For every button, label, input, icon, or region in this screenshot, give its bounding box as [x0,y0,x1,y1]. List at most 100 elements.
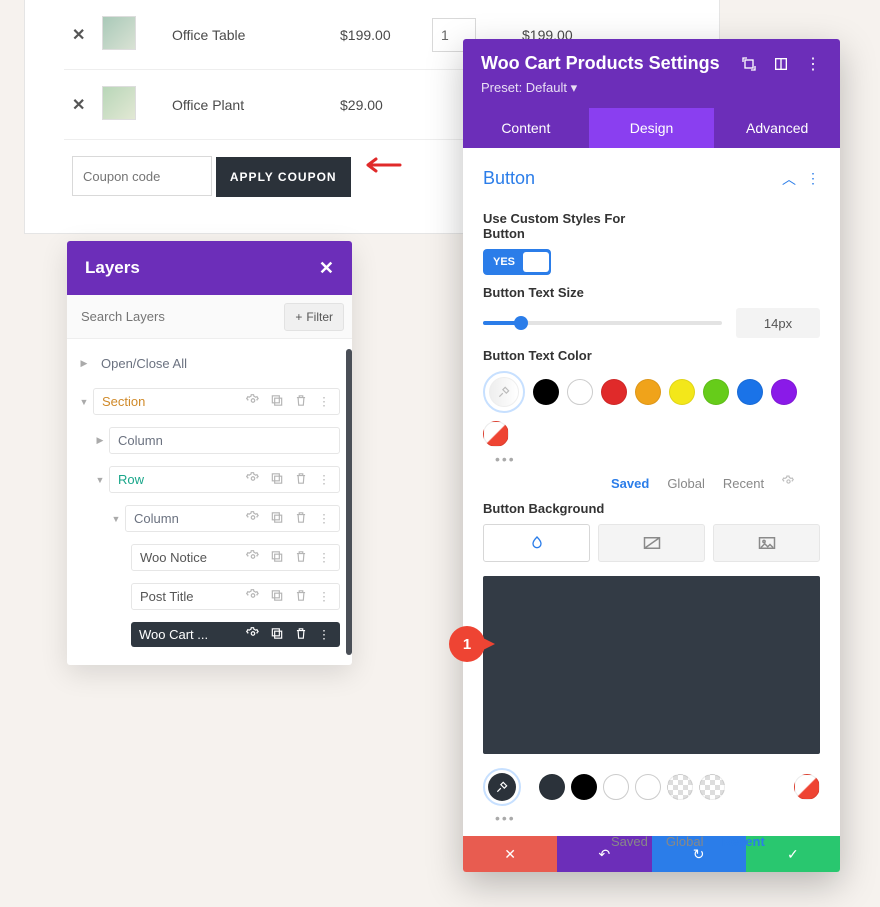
open-close-all[interactable]: ▶ Open/Close All [67,345,352,382]
gear-icon[interactable] [246,471,260,488]
color-swatch[interactable] [539,774,565,800]
color-swatch[interactable] [603,774,629,800]
bg-label: Button Background [483,501,820,516]
settings-title: Woo Cart Products Settings [481,53,726,74]
color-swatch-none[interactable] [794,774,820,800]
kebab-icon[interactable]: ⋮ [318,512,330,526]
duplicate-icon[interactable] [270,588,284,605]
trash-icon[interactable] [294,588,308,605]
color-tab-saved[interactable]: Saved [611,834,648,849]
gear-icon[interactable] [246,626,260,643]
tab-advanced[interactable]: Advanced [714,108,840,148]
apply-coupon-button[interactable]: APPLY COUPON [216,157,351,197]
plus-icon: + [295,310,302,324]
preset-dropdown[interactable]: Preset: Default ▾ [481,80,822,96]
caret-down-icon: ▼ [109,514,123,524]
color-swatch[interactable] [533,379,559,405]
columns-icon[interactable] [772,55,790,73]
remove-item-icon[interactable]: ✕ [72,97,85,114]
product-thumb[interactable] [102,16,136,50]
color-tab-recent[interactable]: Recent [721,834,764,849]
color-swatch[interactable] [567,379,593,405]
text-size-slider[interactable] [483,321,722,325]
trash-icon[interactable] [294,510,308,527]
kebab-icon[interactable]: ⋮ [318,551,330,565]
kebab-icon[interactable]: ⋮ [318,590,330,604]
layer-woo-notice[interactable]: Woo Notice ⋮ [67,538,352,577]
color-swatch[interactable] [635,379,661,405]
caret-down-icon: ▼ [77,397,91,407]
trash-icon[interactable] [294,471,308,488]
color-swatch[interactable] [571,774,597,800]
close-icon[interactable]: ✕ [319,258,334,279]
tab-content[interactable]: Content [463,108,589,148]
use-custom-toggle[interactable]: YES [483,249,551,275]
trash-icon[interactable] [294,626,308,643]
kebab-icon[interactable]: ⋮ [318,395,330,409]
gear-icon[interactable] [246,549,260,566]
layer-column[interactable]: ▼ Column ⋮ [67,499,352,538]
color-swatch[interactable] [703,379,729,405]
duplicate-icon[interactable] [270,393,284,410]
bg-tab-color[interactable] [483,524,590,562]
layer-section[interactable]: ▼ Section ⋮ [67,382,352,421]
section-title: Button [483,168,535,189]
panel-body: Button ︿ ⋮ Use Custom Styles For Button … [463,148,840,836]
kebab-icon[interactable]: ⋮ [806,170,820,187]
tab-design[interactable]: Design [589,108,715,148]
duplicate-icon[interactable] [270,471,284,488]
color-swatch-none[interactable] [483,421,509,447]
layer-post-title[interactable]: Post Title ⋮ [67,577,352,616]
bg-color-preview[interactable] [483,576,820,754]
color-picker-button[interactable] [483,371,525,413]
filter-button[interactable]: + Filter [284,303,344,331]
gear-icon[interactable] [246,393,260,410]
color-swatch[interactable] [635,774,661,800]
gear-icon[interactable] [246,510,260,527]
bg-tab-gradient[interactable] [598,524,705,562]
duplicate-icon[interactable] [270,626,284,643]
layer-column[interactable]: ▶ Column [67,421,352,460]
layer-row[interactable]: ▼ Row ⋮ [67,460,352,499]
color-swatch[interactable] [737,379,763,405]
color-swatch[interactable] [771,379,797,405]
remove-item-icon[interactable]: ✕ [72,27,85,44]
eyedropper-icon [489,377,519,407]
coupon-input[interactable] [72,156,212,196]
kebab-icon[interactable]: ⋮ [318,628,330,642]
expand-icon[interactable] [740,55,758,73]
color-tab-global[interactable]: Global [667,476,705,491]
duplicate-icon[interactable] [270,510,284,527]
duplicate-icon[interactable] [270,549,284,566]
gear-icon[interactable] [246,588,260,605]
product-name[interactable]: Office Plant [164,70,332,140]
search-input[interactable] [75,301,284,332]
color-tab-global[interactable]: Global [666,834,704,849]
color-swatch-transparent[interactable] [667,774,693,800]
color-tab-recent[interactable]: Recent [723,476,764,491]
more-colors-icon[interactable]: ••• [483,451,820,467]
product-thumb[interactable] [102,86,136,120]
layers-title: Layers [85,258,140,278]
text-size-input[interactable] [736,308,820,338]
color-tab-saved[interactable]: Saved [611,476,649,491]
more-colors-icon[interactable]: ••• [483,810,820,826]
layers-body: ▶ Open/Close All ▼ Section ⋮ ▶ Column ▼ … [67,339,352,665]
trash-icon[interactable] [294,393,308,410]
chevron-up-icon[interactable]: ︿ [782,169,796,189]
gear-icon[interactable] [782,475,795,491]
color-swatch-transparent[interactable] [699,774,725,800]
caret-right-icon: ▶ [93,435,107,446]
bg-tab-image[interactable] [713,524,820,562]
color-picker-button[interactable] [483,768,521,806]
kebab-icon[interactable]: ⋮ [318,473,330,487]
color-swatch[interactable] [669,379,695,405]
color-swatch[interactable] [601,379,627,405]
section-toggle-button[interactable]: Button ︿ ⋮ [483,162,820,201]
trash-icon[interactable] [294,549,308,566]
layer-woo-cart[interactable]: Woo Cart ... ⋮ [67,616,352,653]
settings-tabs: Content Design Advanced [463,108,840,148]
product-name[interactable]: Office Table [164,0,332,70]
slider-thumb[interactable] [514,316,528,330]
kebab-icon[interactable]: ⋮ [804,55,822,73]
